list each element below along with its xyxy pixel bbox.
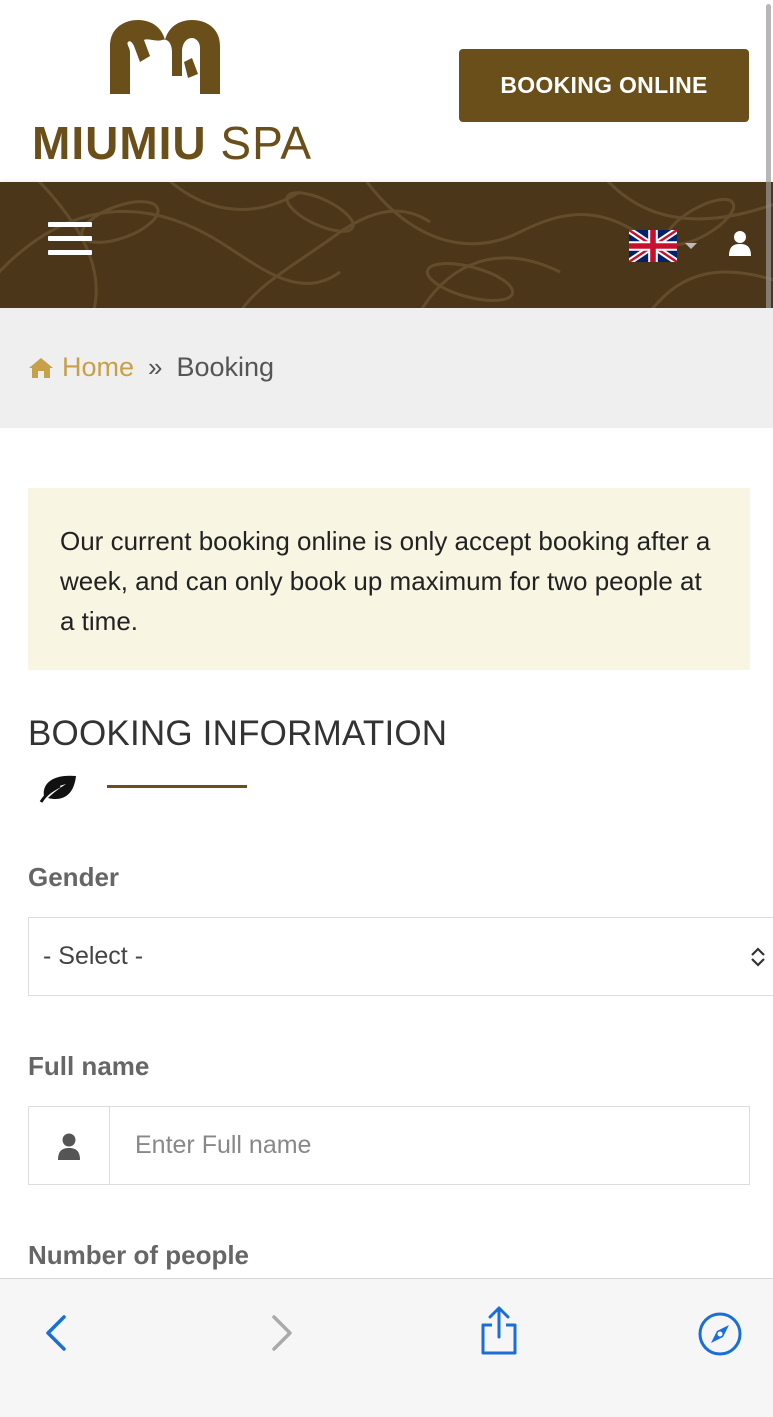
logo-mark-icon	[110, 20, 220, 94]
logo-wordmark: MIUMIU SPA	[32, 117, 313, 169]
breadcrumb-home-link[interactable]: Home	[28, 352, 134, 383]
breadcrumb-current: Booking	[176, 352, 275, 382]
miumiu-spa-logo[interactable]: MIUMIU SPA	[30, 18, 313, 169]
hamburger-menu-icon[interactable]	[48, 222, 92, 258]
booking-notice: Our current booking online is only accep…	[28, 488, 750, 670]
gender-label: Gender	[28, 862, 120, 892]
main-navbar	[0, 182, 773, 308]
fullname-label: Full name	[28, 1051, 150, 1081]
title-divider	[107, 785, 247, 788]
breadcrumb-separator: »	[148, 352, 163, 382]
language-selector[interactable]	[627, 227, 699, 265]
breadcrumb: Home » Booking	[28, 352, 274, 383]
share-icon[interactable]	[478, 1305, 520, 1357]
breadcrumb-bar: Home » Booking	[0, 308, 773, 428]
chevron-down-icon	[685, 243, 697, 249]
compass-icon[interactable]	[697, 1311, 743, 1357]
booking-online-button[interactable]: BOOKING ONLINE	[459, 49, 749, 122]
section-title: BOOKING INFORMATION	[28, 714, 448, 753]
user-icon	[58, 1133, 80, 1160]
site-header: MIUMIU SPA BOOKING ONLINE	[0, 0, 773, 182]
uk-flag-icon	[627, 227, 679, 265]
fullname-input-group	[28, 1106, 750, 1185]
browser-toolbar	[0, 1278, 773, 1417]
fullname-input[interactable]	[110, 1107, 749, 1184]
back-icon[interactable]	[40, 1309, 72, 1357]
forward-icon[interactable]	[266, 1309, 298, 1357]
number-of-people-label: Number of people	[28, 1240, 250, 1270]
breadcrumb-home-label: Home	[62, 352, 135, 382]
leaf-icon	[39, 775, 76, 803]
fullname-addon	[29, 1107, 110, 1184]
page-scrollbar[interactable]	[766, 4, 771, 316]
home-icon	[29, 357, 53, 378]
gender-select[interactable]: - Select -	[28, 917, 773, 996]
select-updown-icon	[751, 947, 765, 967]
gender-select-value: - Select -	[43, 942, 144, 970]
user-icon[interactable]	[729, 230, 751, 256]
